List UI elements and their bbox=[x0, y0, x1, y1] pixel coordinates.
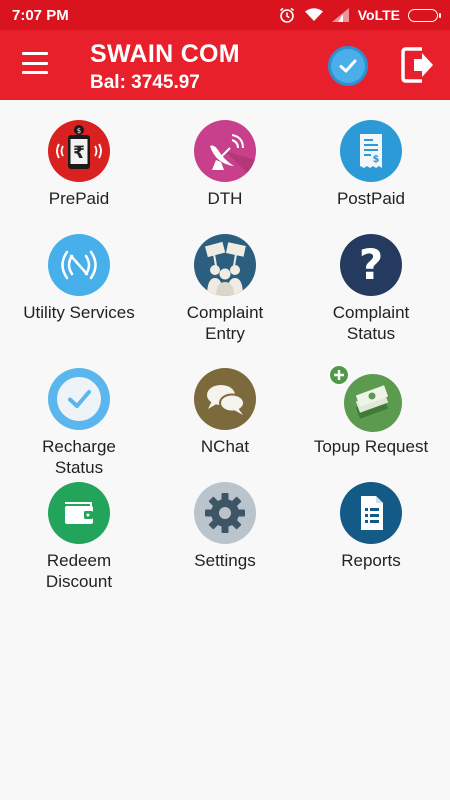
tile-label: Complaint Entry bbox=[186, 303, 264, 343]
svg-text:$: $ bbox=[77, 127, 81, 135]
balance-text: Bal: 3745.97 bbox=[90, 72, 200, 93]
tile-label: Utility Services bbox=[23, 303, 135, 322]
app-title: SWAIN COM bbox=[90, 40, 240, 68]
protest-people-icon bbox=[194, 234, 256, 296]
tile-label: Settings bbox=[194, 551, 256, 570]
battery-icon bbox=[408, 8, 441, 22]
menu-button[interactable] bbox=[22, 52, 48, 74]
svg-text:₹: ₹ bbox=[73, 143, 85, 163]
app-header: SWAIN COM Bal: 3745.97 bbox=[0, 30, 450, 100]
tile-label: Recharge Status bbox=[42, 437, 116, 477]
tile-postpaid[interactable]: $ PostPaid bbox=[296, 120, 446, 209]
menu-icon-line bbox=[22, 71, 48, 74]
tile-complaint-entry[interactable]: Complaint Entry bbox=[150, 234, 300, 344]
menu-icon-line bbox=[22, 52, 48, 55]
tile-recharge-status[interactable]: Recharge Status bbox=[4, 368, 154, 478]
tile-dth[interactable]: DTH bbox=[150, 120, 300, 209]
money-stack-icon bbox=[328, 364, 402, 432]
chat-bubbles-icon bbox=[194, 368, 256, 430]
tile-reports[interactable]: Reports bbox=[296, 482, 446, 571]
wallet-icon bbox=[48, 482, 110, 544]
tile-label: Reports bbox=[341, 551, 401, 570]
signal-icon bbox=[331, 8, 349, 22]
satellite-dish-icon bbox=[194, 120, 256, 182]
tile-prepaid[interactable]: $ ₹ PrePaid bbox=[4, 120, 154, 209]
menu-icon-line bbox=[22, 61, 48, 65]
verify-button[interactable] bbox=[328, 46, 368, 86]
gear-icon bbox=[194, 482, 256, 544]
tile-label: Complaint Status bbox=[332, 303, 410, 343]
checkmark-icon bbox=[48, 368, 110, 430]
status-time: 7:07 PM bbox=[12, 6, 69, 24]
alarm-icon bbox=[279, 7, 294, 23]
report-document-icon bbox=[340, 482, 402, 544]
tile-label: Topup Request bbox=[313, 437, 429, 456]
checkmark-icon bbox=[339, 59, 357, 73]
tile-utility-services[interactable]: Utility Services bbox=[4, 234, 154, 323]
tile-settings[interactable]: Settings bbox=[150, 482, 300, 571]
tile-label: PostPaid bbox=[336, 189, 406, 208]
network-type: VoLTE bbox=[357, 7, 400, 23]
tile-nchat[interactable]: NChat bbox=[150, 368, 300, 457]
tile-topup-request[interactable]: Topup Request bbox=[296, 364, 446, 457]
logout-button[interactable] bbox=[400, 45, 436, 85]
bill-icon: $ bbox=[340, 120, 402, 182]
tile-label: DTH bbox=[207, 189, 243, 208]
svg-text:$: $ bbox=[373, 154, 380, 165]
tile-label: NChat bbox=[200, 437, 250, 456]
logout-icon bbox=[401, 47, 433, 83]
plus-icon bbox=[328, 364, 350, 386]
tile-label: Redeem Discount bbox=[45, 551, 113, 591]
question-mark-icon: ? bbox=[340, 234, 402, 296]
tile-complaint-status[interactable]: ? Complaint Status bbox=[296, 234, 446, 344]
prepaid-recharge-icon: $ ₹ bbox=[48, 120, 110, 182]
wireless-signal-icon bbox=[48, 234, 110, 296]
status-indicators: VoLTE bbox=[278, 6, 441, 24]
tile-label: PrePaid bbox=[48, 189, 110, 208]
tile-redeem-discount[interactable]: Redeem Discount bbox=[4, 482, 154, 592]
status-bar: 7:07 PM VoLTE bbox=[0, 0, 450, 30]
svg-text:?: ? bbox=[359, 240, 383, 289]
wifi-icon bbox=[304, 8, 323, 21]
